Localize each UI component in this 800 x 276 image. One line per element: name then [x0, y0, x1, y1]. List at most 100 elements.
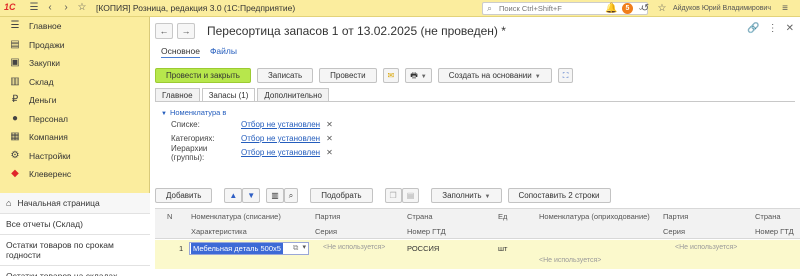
sidebar-item-main[interactable]: ☰ Главное [0, 17, 149, 36]
star-icon[interactable]: ☆ [656, 3, 668, 14]
filter-value-link[interactable]: Отбор не установлен [241, 148, 320, 157]
col-unit[interactable]: Ед [498, 212, 507, 221]
filter-value-link[interactable]: Отбор не установлен [241, 120, 320, 129]
copy-icon[interactable]: ❐ [384, 188, 402, 203]
save-button[interactable]: Записать [256, 67, 314, 83]
sidebar-item-label: Персонал [29, 113, 69, 124]
col-series-2[interactable]: Серия [663, 227, 685, 236]
col-country[interactable]: Страна [407, 212, 433, 221]
stock-by-terms-link[interactable]: Остатки товаров по срокам годности [0, 235, 150, 266]
clear-icon[interactable]: ✕ [326, 120, 333, 129]
sidebar-item-warehouse[interactable]: ▥ Склад [0, 73, 149, 92]
stock-in-warehouses-link[interactable]: Остатки товаров на складах [0, 266, 150, 276]
sidebar-item-money[interactable]: ₽ Деньги [0, 91, 149, 110]
move-up-icon[interactable]: ▲ [224, 188, 243, 203]
app-title: [КОПИЯ] Розница, редакция 3.0 (1С:Предпр… [96, 3, 296, 13]
nomenclature-value: Мебельная деталь 500х5 [191, 243, 283, 254]
pick-button[interactable]: Подобрать [310, 188, 373, 203]
all-reports-link[interactable]: Все отчеты (Склад) [0, 214, 150, 235]
filter-label: Списке: [171, 120, 200, 129]
batch-value: <Не используется> [323, 244, 386, 251]
user-name[interactable]: Айдуков Юрий Владимирович [673, 5, 771, 12]
compare-rows-button[interactable]: Сопоставить 2 строки [507, 188, 611, 203]
open-link-icon[interactable]: ⧉ [293, 243, 298, 253]
clear-icon[interactable]: ✕ [326, 148, 333, 157]
bell-icon[interactable]: 🔔 [605, 3, 617, 14]
table-row[interactable]: 1 Мебельная деталь 500х5 ▾ ⧉ <Не использ… [155, 240, 800, 269]
close-icon[interactable]: ✕ [786, 23, 794, 34]
paste-icon[interactable]: ▤ [401, 188, 420, 203]
print-button[interactable]: 🖶 ▼ [405, 67, 432, 83]
sidebar-item-purchases[interactable]: ▣ Закупки [0, 54, 149, 73]
filter-label: Категориях: [171, 134, 215, 143]
history-icon[interactable]: ↺ [639, 3, 651, 14]
gear-icon: ⚙ [10, 149, 20, 161]
sidebar-item-settings[interactable]: ⚙ Настройки [0, 147, 149, 166]
tab-main[interactable]: Главное [155, 88, 200, 101]
chevron-down-icon: ▼ [484, 194, 491, 200]
create-based-on-button[interactable]: Создать на основании ▼ [437, 67, 552, 83]
filter-label: Иерархии (группы): [171, 143, 208, 162]
sidebar-item-sales[interactable]: ▤ Продажи [0, 36, 149, 55]
sidebar-item-label: Компания [29, 132, 68, 143]
section-files[interactable]: Файлы [210, 46, 237, 58]
filter-value-link[interactable]: Отбор не установлен [241, 134, 320, 143]
more-icon[interactable]: ⋮ [768, 23, 778, 34]
sidebar-item-label: Склад [29, 76, 54, 87]
menu-icon[interactable]: ☰ [28, 2, 40, 14]
col-gtd[interactable]: Номер ГТД [407, 227, 446, 236]
company-icon: ▦ [10, 131, 20, 143]
star-icon[interactable]: ☆ [76, 2, 88, 14]
settings-menu-icon[interactable]: ≡ [779, 3, 791, 14]
filter-row: Списке: Отбор не установлен ✕ [161, 118, 333, 131]
col-series[interactable]: Серия [315, 227, 337, 236]
purchases-icon: ▣ [10, 57, 20, 69]
tab-stocks[interactable]: Запасы (1) [201, 88, 256, 101]
chevron-down-icon[interactable]: ▾ [302, 243, 306, 251]
barcode-icon[interactable]: ▥ [266, 188, 284, 203]
sidebar-item-cleverence[interactable]: ◆ Клеверенс [0, 165, 149, 184]
unit-value: шт [498, 244, 508, 253]
col-country-2[interactable]: Страна [755, 212, 781, 221]
table-toolbar: Добавить ▲ ▼ ▥ ⌕ Подобрать ❐ ▤ Заполнить… [155, 188, 617, 203]
menu-icon: ☰ [10, 20, 20, 32]
sidebar: ☰ Главное ▤ Продажи ▣ Закупки ▥ Склад ₽ … [0, 17, 150, 276]
sidebar-item-personnel[interactable]: ● Персонал [0, 110, 149, 129]
col-characteristic[interactable]: Характеристика [191, 227, 247, 236]
home-icon: ⌂ [6, 198, 12, 208]
filter-title[interactable]: ▼ Номенклатура в [161, 108, 333, 117]
add-button[interactable]: Добавить [155, 188, 213, 203]
sidebar-item-label: Деньги [29, 95, 57, 106]
back-icon[interactable]: ‹ [44, 2, 56, 14]
link-icon[interactable]: 🔗 [747, 23, 759, 34]
clear-icon[interactable]: ✕ [326, 134, 333, 143]
forward-button[interactable]: → [177, 23, 195, 39]
nomenclature-input[interactable]: Мебельная деталь 500х5 ▾ [189, 242, 309, 255]
col-gtd-2[interactable]: Номер ГТД [755, 227, 794, 236]
search-barcode-icon[interactable]: ⌕ [283, 188, 299, 203]
structure-icon[interactable]: ⛶ [557, 67, 574, 83]
post-button[interactable]: Провести [319, 67, 377, 83]
col-nom-receipt[interactable]: Номенклатура (оприходование) [539, 212, 650, 221]
back-button[interactable]: ← [155, 23, 173, 39]
sidebar-item-label: Продажи [29, 39, 65, 50]
title-bar: 1С ☰ ‹ › ☆ [КОПИЯ] Розница, редакция 3.0… [0, 0, 800, 17]
form-sections: Основное Файлы [161, 46, 237, 58]
col-n[interactable]: N [167, 212, 172, 221]
filter-title-label: Номенклатура в [169, 108, 227, 117]
sidebar-item-company[interactable]: ▦ Компания [0, 128, 149, 147]
col-nom-write-off[interactable]: Номенклатура (списание) [191, 212, 281, 221]
warehouse-icon: ▥ [10, 75, 20, 87]
section-main[interactable]: Основное [161, 46, 200, 58]
start-page-link[interactable]: ⌂ Начальная страница [0, 193, 150, 214]
notification-badge[interactable]: 5 [621, 3, 633, 14]
mail-icon[interactable]: ✉ [382, 67, 400, 83]
col-batch-2[interactable]: Партия [663, 212, 688, 221]
forward-icon[interactable]: › [60, 2, 72, 14]
col-batch[interactable]: Партия [315, 212, 340, 221]
fill-button[interactable]: Заполнить ▼ [431, 188, 502, 203]
tab-additional[interactable]: Дополнительно [257, 88, 329, 101]
sales-icon: ▤ [10, 38, 20, 50]
post-and-close-button[interactable]: Провести и закрыть [155, 67, 251, 83]
move-down-icon[interactable]: ▼ [242, 188, 261, 203]
